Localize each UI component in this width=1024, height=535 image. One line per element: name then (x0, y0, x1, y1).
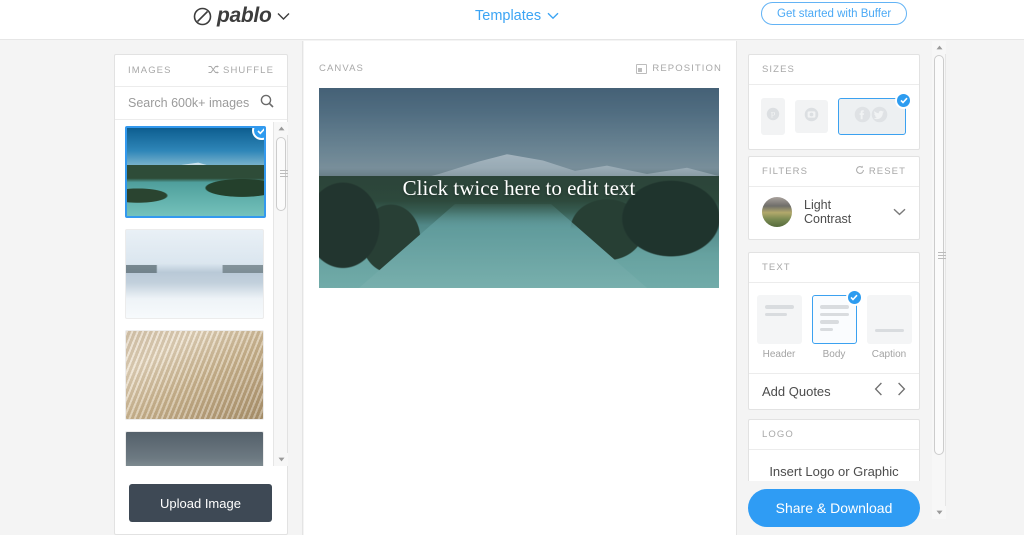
filters-title: FILTERS (762, 166, 809, 177)
reset-circle-icon (855, 165, 865, 178)
line (819, 320, 840, 324)
image-search-row (115, 87, 287, 120)
text-style-options: Header Body Caption (749, 283, 919, 364)
chevron-down-icon (277, 12, 290, 21)
shuffle-button[interactable]: SHUFFLE (208, 64, 274, 77)
reposition-icon (636, 63, 648, 74)
list-item[interactable] (125, 330, 264, 420)
shuffle-icon (208, 64, 219, 77)
filter-selected-label: Light Contrast (804, 198, 852, 226)
left-column: IMAGES SHUFFLE Search 600k+ images Uploa… (0, 41, 303, 535)
text-body-thumbnail (811, 289, 863, 344)
list-item[interactable] (125, 229, 264, 319)
facebook-twitter-icon (854, 106, 890, 128)
filters-card: FILTERS RESET Light Contrast (748, 156, 920, 240)
get-started-with-buffer-button[interactable]: Get started with Buffer (761, 2, 908, 25)
images-panel: IMAGES SHUFFLE Search 600k+ images Uploa… (114, 54, 288, 535)
pinterest-size-option[interactable]: P (761, 98, 785, 135)
sizes-header: SIZES (749, 55, 919, 85)
images-scrollbar[interactable] (273, 122, 288, 466)
pablo-logo[interactable]: pablo (193, 4, 290, 28)
check-icon (252, 128, 264, 140)
instagram-size-option[interactable] (795, 100, 828, 133)
canvas-preview[interactable]: Click twice here to edit text (319, 88, 719, 288)
reset-label: RESET (868, 166, 906, 177)
filters-header: FILTERS RESET (749, 157, 919, 187)
facebook-twitter-size-option[interactable] (838, 92, 912, 135)
text-header: TEXT (749, 253, 919, 283)
shuffle-label: SHUFFLE (223, 65, 274, 76)
text-body-option[interactable]: Body (811, 289, 863, 360)
quotes-navigation (874, 382, 906, 401)
line (874, 328, 904, 332)
check-icon (845, 289, 863, 306)
chevron-down-icon[interactable] (893, 203, 906, 221)
line (819, 312, 849, 316)
scroll-down-arrow-icon[interactable] (274, 453, 288, 466)
text-body-label: Body (822, 349, 846, 360)
filters-reset-button[interactable]: RESET (855, 165, 906, 178)
pablo-circle-slash-icon (193, 7, 212, 26)
sizes-options: P (749, 85, 919, 149)
text-title: TEXT (762, 262, 791, 273)
scrollbar-grip-icon (938, 252, 946, 259)
text-header-label: Header (762, 349, 796, 360)
check-icon (895, 92, 912, 109)
text-caption-option[interactable]: Caption (866, 295, 912, 360)
search-input[interactable] (128, 96, 258, 110)
pinterest-icon: P (766, 107, 780, 126)
scroll-down-arrow-icon[interactable] (932, 506, 946, 519)
top-bar: pablo Templates Get started with Buffer (0, 0, 1024, 40)
text-header-option[interactable]: Header (756, 295, 802, 360)
templates-menu[interactable]: Templates (475, 8, 559, 24)
search-icon[interactable] (260, 94, 274, 113)
filter-preview-thumbnail (762, 197, 792, 227)
canvas-title: CANVAS (319, 63, 364, 74)
pablo-logo-text: pablo (217, 4, 272, 27)
image-thumbnail-list[interactable] (115, 121, 287, 466)
scrollbar-thumb[interactable] (934, 55, 946, 455)
line (819, 327, 833, 331)
text-caption-thumbnail (866, 295, 912, 344)
sizes-card: SIZES P (748, 54, 920, 150)
svg-text:P: P (771, 109, 776, 119)
line (819, 305, 849, 309)
reposition-label: REPOSITION (652, 63, 722, 74)
line (764, 305, 794, 309)
instagram-icon (804, 107, 819, 127)
canvas-header: CANVAS REPOSITION (319, 63, 722, 74)
chevron-left-icon[interactable] (874, 382, 883, 401)
scrollbar-grip-icon (280, 170, 288, 177)
add-quotes-row: Add Quotes (749, 373, 919, 409)
scroll-up-arrow-icon[interactable] (932, 41, 946, 54)
filter-dropdown[interactable]: Light Contrast (749, 187, 919, 239)
add-quotes-label[interactable]: Add Quotes (762, 384, 831, 399)
chevron-right-icon[interactable] (897, 382, 906, 401)
upload-image-button[interactable]: Upload Image (129, 484, 272, 522)
text-caption-label: Caption (871, 349, 907, 360)
images-panel-header: IMAGES SHUFFLE (115, 55, 287, 87)
right-column: SIZES P FILTERS RESET Light Contrast TEX… (738, 41, 1024, 535)
chevron-down-icon (547, 12, 559, 20)
logo-header: LOGO (749, 420, 919, 450)
scrollbar-thumb[interactable] (276, 137, 288, 211)
scroll-up-arrow-icon[interactable] (274, 122, 288, 135)
right-panel-scrollbar[interactable] (932, 41, 946, 519)
canvas-editable-text[interactable]: Click twice here to edit text (319, 88, 719, 288)
canvas-column: CANVAS REPOSITION Click twice here to ed… (304, 41, 737, 535)
line (764, 312, 787, 316)
images-title: IMAGES (128, 65, 172, 76)
list-item[interactable] (125, 126, 266, 218)
text-card: TEXT Header Body Caption Add Quotes (748, 252, 920, 410)
insert-logo-button[interactable]: Insert Logo or Graphic (749, 450, 919, 479)
sizes-title: SIZES (762, 64, 795, 75)
share-and-download-button[interactable]: Share & Download (748, 489, 920, 527)
templates-label: Templates (475, 8, 542, 24)
logo-title: LOGO (762, 429, 794, 440)
text-header-thumbnail (756, 295, 802, 344)
list-item[interactable] (125, 431, 264, 466)
reposition-button[interactable]: REPOSITION (636, 63, 722, 74)
